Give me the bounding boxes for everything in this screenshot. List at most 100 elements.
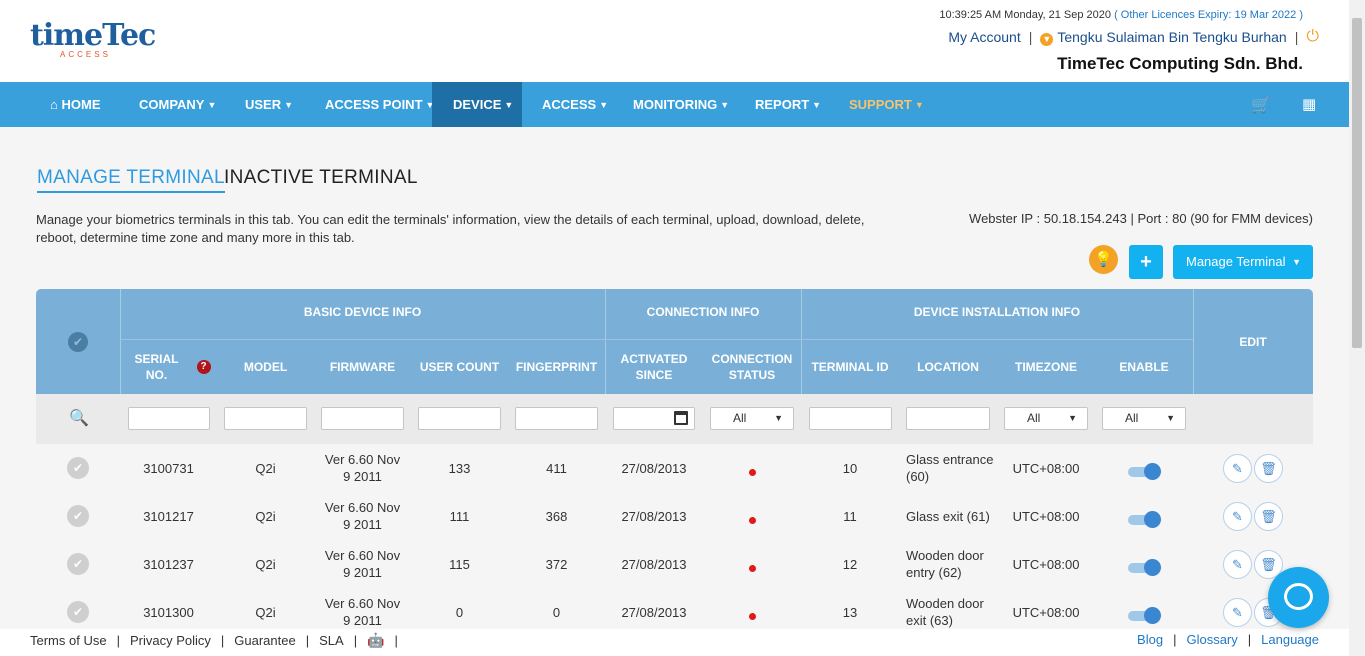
- col-location[interactable]: LOCATION: [899, 340, 997, 394]
- help-icon[interactable]: ?: [196, 360, 211, 374]
- nav-report[interactable]: REPORT ▼: [755, 82, 821, 127]
- table-row: ✔ 3100731 Q2i Ver 6.60 Nov 9 2011 133 41…: [36, 444, 1313, 492]
- row-check-icon[interactable]: ✔: [67, 457, 89, 479]
- nav-user[interactable]: USER ▼: [245, 82, 293, 127]
- connection-status-cell: [703, 540, 801, 588]
- enable-filter-select[interactable]: All ▼: [1102, 407, 1186, 430]
- edit-pencil-icon[interactable]: ✎: [1223, 453, 1252, 483]
- timezone-filter-select[interactable]: All ▼: [1004, 407, 1088, 430]
- activated-cell: 27/08/2013: [621, 556, 687, 572]
- language-link[interactable]: Language: [1261, 632, 1319, 647]
- enable-toggle[interactable]: [1128, 559, 1161, 576]
- power-icon[interactable]: ⏻: [1306, 28, 1319, 46]
- col-connection-status[interactable]: CONNECTION STATUS: [703, 340, 801, 394]
- nav-access-point[interactable]: ACCESS POINT ▼: [325, 82, 434, 127]
- enable-toggle[interactable]: [1128, 511, 1161, 528]
- search-icon[interactable]: 🔍: [69, 408, 89, 428]
- apps-grid-icon[interactable]: ▦: [1302, 95, 1316, 113]
- timetec-logo[interactable]: timeTec ACCESS: [30, 18, 156, 68]
- col-timezone[interactable]: TIMEZONE: [997, 340, 1095, 394]
- col-edit: EDIT: [1239, 334, 1267, 349]
- separator: |: [1173, 632, 1177, 647]
- delete-trash-icon[interactable]: 🗑: [1254, 453, 1283, 483]
- row-check-icon[interactable]: ✔: [67, 601, 89, 623]
- col-activated-since[interactable]: ACTIVATED SINCE: [605, 340, 703, 394]
- col-fingerprint[interactable]: FINGERPRINT: [508, 340, 605, 394]
- android-icon[interactable]: 🤖: [367, 632, 384, 649]
- separator: |: [1247, 632, 1252, 647]
- blog-link[interactable]: Blog: [1137, 632, 1163, 647]
- col-model[interactable]: MODEL: [217, 340, 314, 394]
- delete-trash-icon[interactable]: 🗑: [1254, 501, 1283, 531]
- enable-toggle[interactable]: [1128, 463, 1161, 480]
- model-filter-input[interactable]: [224, 407, 307, 430]
- activated-date-filter-input[interactable]: [613, 407, 695, 430]
- page-scrollbar[interactable]: [1349, 0, 1365, 656]
- separator: |: [305, 633, 310, 648]
- enable-filter-value: All: [1125, 411, 1139, 425]
- scrollbar-thumb[interactable]: [1352, 18, 1362, 348]
- nav-label: REPORT: [755, 97, 810, 112]
- my-account-link[interactable]: My Account: [948, 29, 1020, 45]
- separator: |: [1294, 29, 1299, 45]
- tab-inactive-terminal[interactable]: INACTIVE TERMINAL: [224, 167, 418, 189]
- serial-filter-input[interactable]: [128, 407, 210, 430]
- table-body: ✔ 3100731 Q2i Ver 6.60 Nov 9 2011 133 41…: [36, 444, 1313, 636]
- nav-access[interactable]: ACCESS ▼: [542, 82, 608, 127]
- tab-manage-terminal[interactable]: MANAGE TERMINAL: [37, 167, 225, 193]
- status-filter-select[interactable]: All ▼: [710, 407, 794, 430]
- nav-support[interactable]: SUPPORT ▼: [849, 82, 924, 127]
- separator: |: [1028, 29, 1033, 45]
- col-serial[interactable]: SERIAL NO.?: [120, 340, 217, 394]
- sla-link[interactable]: SLA: [319, 633, 344, 648]
- terminal-id-filter-input[interactable]: [809, 407, 892, 430]
- nav-company[interactable]: COMPANY ▼: [139, 82, 216, 127]
- user-dropdown-icon: ▼: [1040, 32, 1054, 46]
- glossary-link[interactable]: Glossary: [1186, 632, 1237, 647]
- edit-pencil-icon[interactable]: ✎: [1223, 597, 1252, 627]
- location-cell: Glass exit (61): [906, 508, 990, 524]
- firmware-cell: Ver 6.60 Nov 9 2011: [324, 452, 401, 484]
- chat-icon[interactable]: [1268, 567, 1329, 628]
- row-select-cell: ✔: [36, 492, 120, 540]
- firmware-cell: Ver 6.60 Nov 9 2011: [324, 548, 401, 580]
- fingerprint-filter-input[interactable]: [515, 407, 598, 430]
- firmware-filter-input[interactable]: [321, 407, 404, 430]
- col-enable[interactable]: ENABLE: [1095, 340, 1193, 394]
- row-check-icon[interactable]: ✔: [67, 553, 89, 575]
- caret-down-icon: ▼: [1068, 413, 1077, 423]
- nav-home[interactable]: ⌂ HOME: [50, 82, 100, 127]
- nav-device[interactable]: DEVICE ▼: [432, 82, 522, 127]
- cart-icon[interactable]: 🛒: [1251, 95, 1271, 115]
- edit-pencil-icon[interactable]: ✎: [1223, 501, 1252, 531]
- guarantee-link[interactable]: Guarantee: [234, 633, 295, 648]
- footer-left-links: Terms of Use | Privacy Policy | Guarante…: [30, 632, 408, 649]
- terms-link[interactable]: Terms of Use: [30, 633, 107, 648]
- col-terminal-id[interactable]: TERMINAL ID: [801, 340, 899, 394]
- privacy-link[interactable]: Privacy Policy: [130, 633, 211, 648]
- calendar-icon[interactable]: [674, 411, 688, 425]
- edit-pencil-icon[interactable]: ✎: [1223, 549, 1252, 579]
- col-firmware[interactable]: FIRMWARE: [314, 340, 411, 394]
- enable-toggle[interactable]: [1128, 607, 1161, 624]
- nav-label: HOME: [61, 97, 101, 112]
- select-all-check-icon[interactable]: ✔: [68, 331, 88, 352]
- location-filter-input[interactable]: [906, 407, 990, 430]
- user-count-cell: 115: [449, 556, 470, 572]
- logo-text: timeTec: [30, 18, 156, 53]
- page-footer: Terms of Use | Privacy Policy | Guarante…: [0, 629, 1349, 656]
- add-terminal-button[interactable]: +: [1129, 245, 1163, 279]
- separator: |: [394, 633, 398, 648]
- col-user-count[interactable]: USER COUNT: [411, 340, 508, 394]
- manage-terminal-button[interactable]: Manage Terminal ▼: [1173, 245, 1313, 279]
- fingerprint-cell: 368: [545, 508, 568, 524]
- serial-cell: 3101217: [143, 508, 194, 524]
- caret-down-icon: ▼: [599, 100, 609, 110]
- row-check-icon[interactable]: ✔: [67, 505, 89, 527]
- nav-monitoring[interactable]: MONITORING ▼: [633, 82, 729, 127]
- lightbulb-icon[interactable]: 💡: [1089, 245, 1118, 274]
- user-name-link[interactable]: ▼ Tengku Sulaiman Bin Tengku Burhan: [1040, 29, 1287, 46]
- caret-down-icon: ▼: [812, 100, 822, 110]
- user-count-filter-input[interactable]: [418, 407, 501, 430]
- status-offline-dot: [748, 564, 756, 572]
